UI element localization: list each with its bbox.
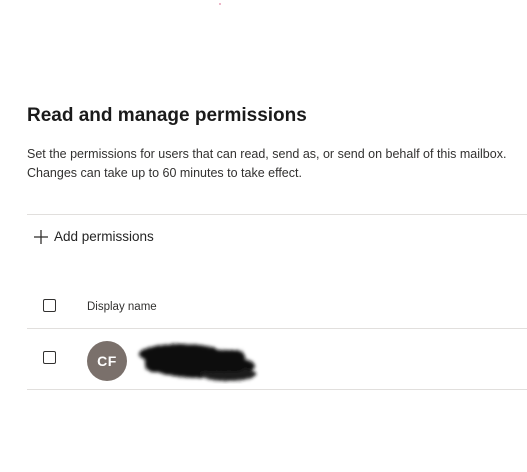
- section-description: Set the permissions for users that can r…: [27, 147, 507, 180]
- avatar: CF: [87, 341, 127, 381]
- section-title: Read and manage permissions: [27, 105, 307, 126]
- row-checkbox[interactable]: [43, 351, 56, 364]
- permissions-panel: Read and manage permissions Set the perm…: [27, 0, 527, 472]
- column-header-display-name[interactable]: Display name: [87, 299, 157, 315]
- divider: [27, 389, 527, 390]
- add-permissions-button[interactable]: Add permissions: [33, 226, 154, 248]
- select-all-checkbox[interactable]: [43, 299, 56, 312]
- redacted-display-name: [133, 340, 263, 384]
- divider: [27, 328, 527, 329]
- plus-icon: [33, 229, 49, 245]
- divider: [27, 214, 527, 215]
- add-permissions-label: Add permissions: [54, 229, 154, 244]
